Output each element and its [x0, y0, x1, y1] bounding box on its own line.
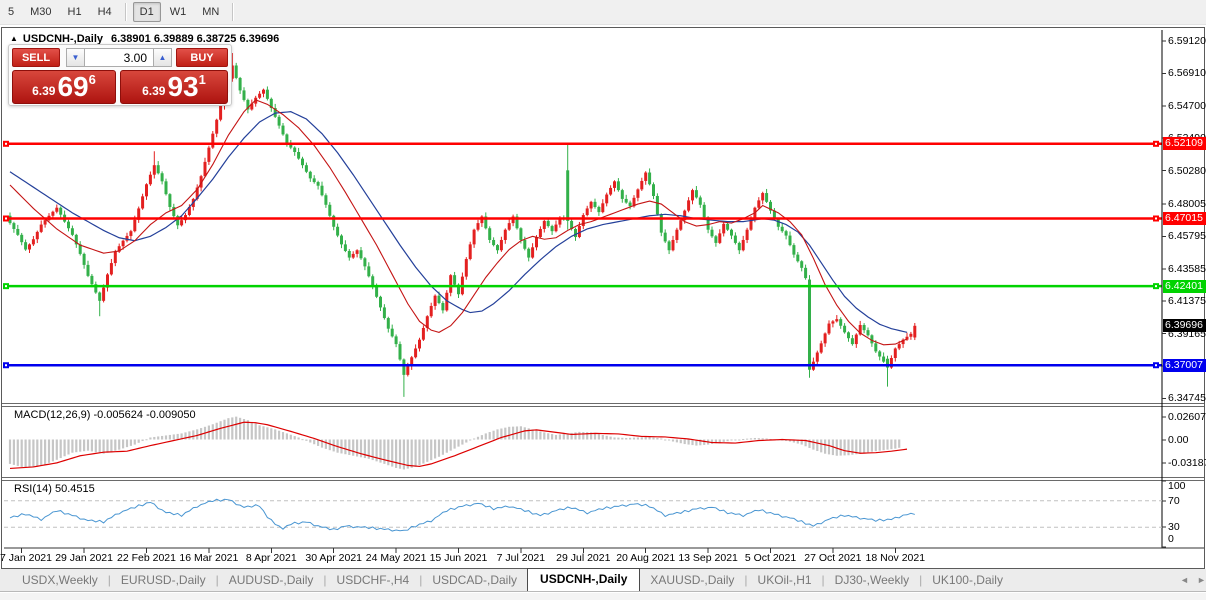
chart-tab-dj30weekly[interactable]: DJ30-,Weekly [825, 570, 919, 591]
chart-tab-ukoilh1[interactable]: UKOil-,H1 [748, 570, 822, 591]
sell-price-pip: 6 [88, 72, 96, 87]
chart-tab-xauusddaily[interactable]: XAUUSD-,Daily [640, 570, 744, 591]
buy-price-pip: 1 [198, 72, 206, 87]
volume-stepper: ▼ ▲ [66, 48, 172, 67]
buy-price-button[interactable]: 6.39 93 1 [120, 70, 228, 104]
chart-tab-usdcaddaily[interactable]: USDCAD-,Daily [422, 570, 527, 591]
symbol-tab-bar: USDX,Weekly | EURUSD-,Daily | AUDUSD-,Daily |… [0, 568, 1206, 592]
volume-increase-icon[interactable]: ▲ [153, 48, 172, 67]
tab-scroll-left-icon[interactable]: ◄ [1180, 575, 1189, 585]
buy-price-base: 6.39 [142, 84, 166, 98]
volume-input[interactable] [85, 48, 153, 67]
buy-button[interactable]: BUY [176, 48, 228, 67]
trade-controls-row: SELL ▼ ▲ BUY [12, 48, 228, 67]
sell-price-button[interactable]: 6.39 69 6 [12, 70, 116, 104]
symbol-marker-icon: ▲ [10, 34, 18, 43]
tab-scroll-right-icon[interactable]: ► [1197, 575, 1206, 585]
trading-platform-window: 5 M30 H1 H4 D1 W1 MN 6.59120 6.56910 6.54700 6.52… [0, 0, 1206, 600]
chart-tab-audusddaily[interactable]: AUDUSD-,Daily [219, 570, 324, 591]
chart-tab-eurusddaily[interactable]: EURUSD-,Daily [111, 570, 216, 591]
sell-price-big: 69 [57, 71, 89, 102]
sell-price-base: 6.39 [32, 84, 56, 98]
volume-decrease-icon[interactable]: ▼ [66, 48, 85, 67]
chart-tab-usdchfh4[interactable]: USDCHF-,H4 [327, 570, 420, 591]
chart-tab-usdxweekly[interactable]: USDX,Weekly [12, 570, 108, 591]
chart-tab-usdcnhdaily[interactable]: USDCNH-,Daily [527, 568, 641, 591]
buy-price-big: 93 [167, 71, 199, 102]
chart-tab-uk100daily[interactable]: UK100-,Daily [922, 570, 1013, 591]
sell-button[interactable]: SELL [12, 48, 60, 67]
one-click-trade-panel: SELL ▼ ▲ BUY 6.39 69 6 6.39 93 1 [8, 44, 232, 106]
status-strip [0, 592, 1206, 600]
